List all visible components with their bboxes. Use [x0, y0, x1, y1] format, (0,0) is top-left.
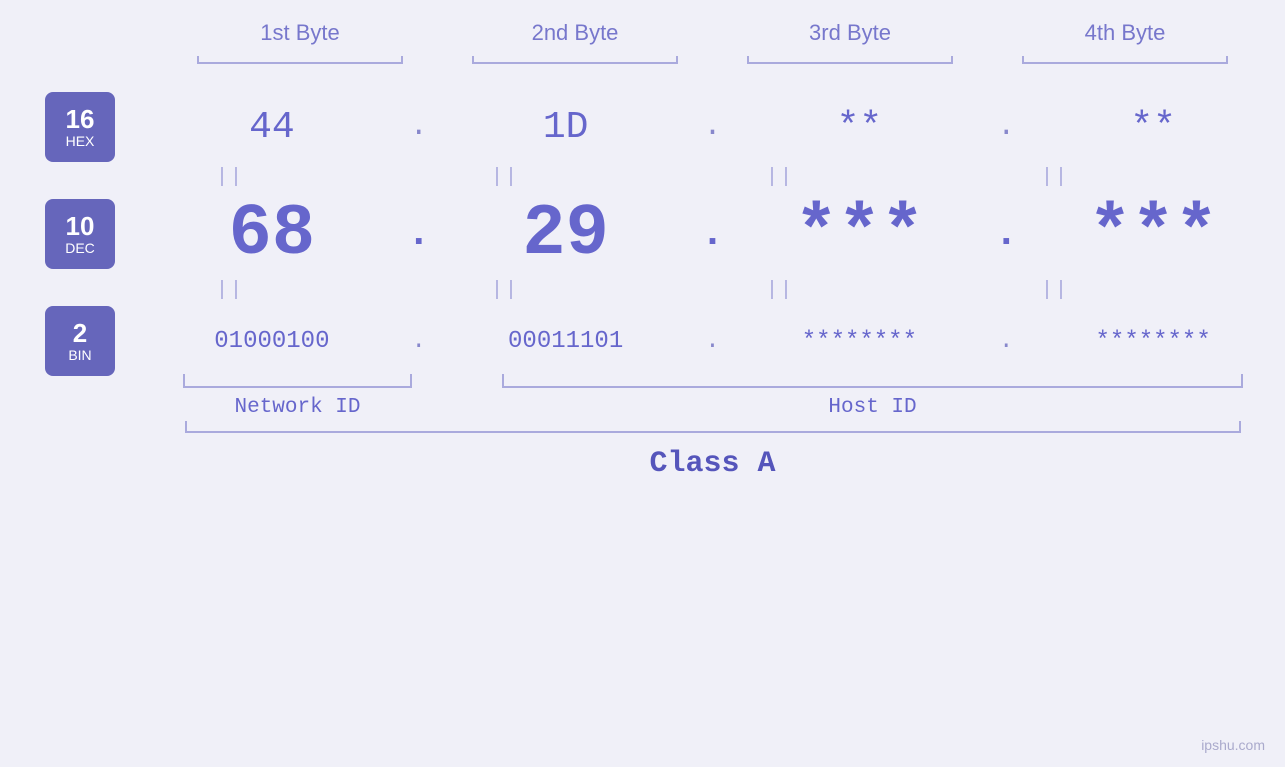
- host-id-bracket: Host ID: [483, 386, 1263, 419]
- dec-val-4: ***: [1088, 193, 1218, 275]
- equals-7: ||: [643, 279, 918, 302]
- network-id-bracket: Network ID: [163, 386, 433, 419]
- equals-8: ||: [918, 279, 1193, 302]
- bin-val-2: 00011101: [508, 328, 623, 355]
- class-bracket-line: [185, 431, 1241, 433]
- network-bracket-line: [183, 386, 413, 388]
- dec-cells: 68 . 29 . *** . ***: [140, 193, 1285, 275]
- network-id-label: Network ID: [234, 396, 360, 419]
- hex-dot-2: .: [698, 110, 728, 144]
- dec-dot-2: .: [698, 212, 728, 257]
- bin-cell-3: ********: [728, 328, 992, 355]
- dec-cell-4: ***: [1021, 193, 1285, 275]
- bin-label-num: 2: [73, 319, 87, 348]
- bin-dot-2: .: [698, 328, 728, 355]
- bin-val-1: 01000100: [214, 328, 329, 355]
- equals-2: ||: [368, 166, 643, 189]
- bracket4: [988, 54, 1263, 72]
- bin-dot-3: .: [991, 328, 1021, 355]
- byte1-header: 1st Byte: [163, 20, 438, 46]
- bin-cell-2: 00011101: [434, 328, 698, 355]
- byte4-header: 4th Byte: [988, 20, 1263, 46]
- bracket2-line: [472, 62, 678, 64]
- equals-6: ||: [368, 279, 643, 302]
- hex-row: 16 HEX 44 . 1D . ** . **: [0, 92, 1285, 162]
- hex-val-3: **: [837, 106, 883, 149]
- bin-label: 2 BIN: [20, 306, 140, 376]
- bin-cell-1: 01000100: [140, 328, 404, 355]
- dec-val-2: 29: [522, 193, 608, 275]
- bracket1-line: [197, 62, 403, 64]
- watermark: ipshu.com: [1201, 737, 1265, 753]
- hex-label-base: HEX: [66, 133, 95, 149]
- dec-dot-3: .: [991, 212, 1021, 257]
- class-label-row: Class A: [649, 447, 775, 481]
- bin-label-base: BIN: [68, 347, 91, 363]
- bin-cells: 01000100 . 00011101 . ******** . *******…: [140, 328, 1285, 355]
- byte3-header: 3rd Byte: [713, 20, 988, 46]
- hex-val-1: 44: [249, 106, 295, 149]
- bracket-row: [163, 54, 1263, 72]
- equals-row-2: || || || ||: [93, 279, 1193, 302]
- hex-val-2: 1D: [543, 106, 589, 149]
- equals-row-1: || || || ||: [93, 166, 1193, 189]
- bin-cell-4: ********: [1021, 328, 1285, 355]
- hex-dot-3: .: [991, 110, 1021, 144]
- bracket4-line: [1022, 62, 1228, 64]
- bin-val-3: ********: [802, 328, 917, 355]
- equals-3: ||: [643, 166, 918, 189]
- dec-row: 10 DEC 68 . 29 . *** . ***: [0, 193, 1285, 275]
- bin-label-box: 2 BIN: [45, 306, 115, 376]
- bin-val-4: ********: [1096, 328, 1211, 355]
- dec-cell-1: 68: [140, 193, 404, 275]
- bracket3-line: [747, 62, 953, 64]
- class-section: Class A: [163, 431, 1263, 481]
- host-bracket-line: [502, 386, 1243, 388]
- bracket2: [438, 54, 713, 72]
- dec-label-base: DEC: [65, 240, 95, 256]
- dec-cell-3: ***: [728, 193, 992, 275]
- equals-4: ||: [918, 166, 1193, 189]
- spacer: [433, 386, 483, 419]
- bottom-brackets-section: Network ID Host ID Class A: [0, 386, 1285, 481]
- dec-dot-1: .: [404, 212, 434, 257]
- hex-label-box: 16 HEX: [45, 92, 115, 162]
- hex-cell-2: 1D: [434, 106, 698, 149]
- equals-5: ||: [93, 279, 368, 302]
- class-label: Class A: [649, 447, 775, 481]
- dec-label-num: 10: [66, 212, 95, 241]
- bin-row: 2 BIN 01000100 . 00011101 . ******** . *…: [0, 306, 1285, 376]
- hex-cell-1: 44: [140, 106, 404, 149]
- byte-headers-row: 1st Byte 2nd Byte 3rd Byte 4th Byte: [163, 20, 1263, 46]
- dec-cell-2: 29: [434, 193, 698, 275]
- bracket3: [713, 54, 988, 72]
- dec-val-3: ***: [795, 193, 925, 275]
- bin-dot-1: .: [404, 328, 434, 355]
- hex-cell-4: **: [1021, 106, 1285, 149]
- hex-dot-1: .: [404, 110, 434, 144]
- byte2-header: 2nd Byte: [438, 20, 713, 46]
- bracket1: [163, 54, 438, 72]
- hex-cells: 44 . 1D . ** . **: [140, 106, 1285, 149]
- main-container: 1st Byte 2nd Byte 3rd Byte 4th Byte 16 H…: [0, 0, 1285, 767]
- hex-cell-3: **: [728, 106, 992, 149]
- hex-val-4: **: [1130, 106, 1176, 149]
- dec-label: 10 DEC: [20, 199, 140, 269]
- equals-1: ||: [93, 166, 368, 189]
- host-id-label: Host ID: [828, 396, 916, 419]
- hex-label: 16 HEX: [20, 92, 140, 162]
- hex-label-num: 16: [66, 105, 95, 134]
- dec-val-1: 68: [229, 193, 315, 275]
- dec-label-box: 10 DEC: [45, 199, 115, 269]
- bracket-labels-row: Network ID Host ID: [163, 386, 1263, 419]
